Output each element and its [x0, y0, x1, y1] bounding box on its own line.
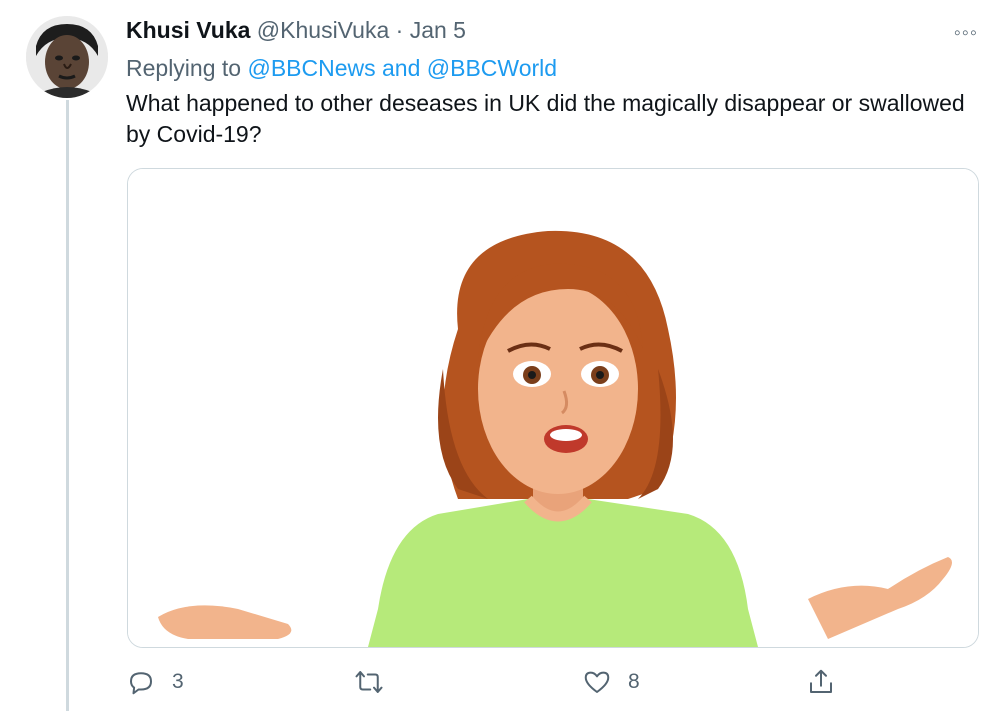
tweet-actions: 3 8 [126, 662, 976, 702]
replying-prefix: Replying to [126, 55, 242, 81]
like-button[interactable]: 8 [582, 662, 640, 702]
tweet-media-image[interactable] [127, 168, 979, 648]
share-icon [810, 669, 832, 693]
confused-woman-illustration [128, 169, 978, 647]
tweet-header: Khusi Vuka @KhusiVuka · Jan 5 [126, 17, 466, 44]
retweet-button[interactable] [354, 662, 400, 702]
heart-icon [584, 671, 610, 693]
retweet-icon [355, 671, 383, 693]
mention-bbcnews[interactable]: @BBCNews [247, 55, 375, 81]
replying-joiner[interactable]: and [382, 55, 420, 81]
more-options-icon[interactable]: ◦◦◦ [954, 22, 978, 45]
like-count: 8 [628, 670, 640, 693]
replying-to: Replying to @BBCNews and @BBCWorld [126, 55, 557, 82]
share-button[interactable] [806, 662, 836, 702]
mention-bbcworld[interactable]: @BBCWorld [427, 55, 557, 81]
author-name[interactable]: Khusi Vuka [126, 17, 250, 43]
reply-button[interactable]: 3 [126, 662, 184, 702]
avatar[interactable] [26, 16, 108, 98]
tweet-text: What happened to other deseases in UK di… [126, 90, 965, 147]
thread-line [66, 100, 69, 711]
reply-count: 3 [172, 670, 184, 693]
author-handle[interactable]: @KhusiVuka [257, 17, 389, 43]
separator-dot: · [395, 17, 404, 43]
avatar-image [26, 16, 108, 98]
reply-icon [130, 672, 152, 695]
tweet-date[interactable]: Jan 5 [410, 17, 466, 43]
